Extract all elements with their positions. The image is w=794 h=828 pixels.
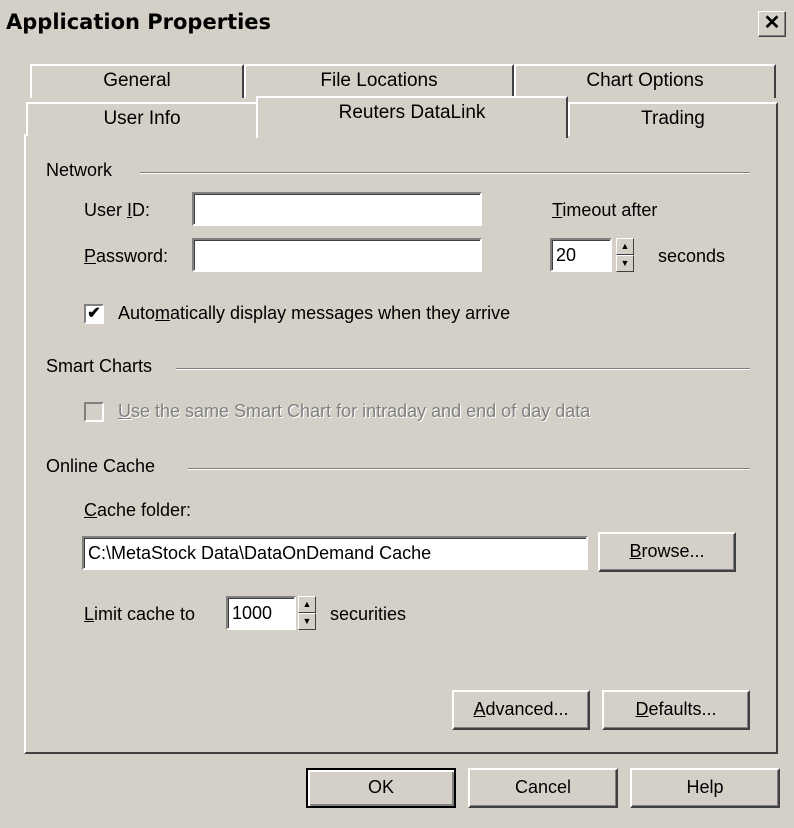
spin-down-icon[interactable]: ▼ bbox=[616, 255, 634, 272]
smart-charts-group-label: Smart Charts bbox=[46, 356, 161, 377]
browse-button[interactable]: Browse... bbox=[598, 532, 736, 572]
limit-cache-unit-label: securities bbox=[330, 604, 407, 624]
cache-folder-input[interactable]: C:\MetaStock Data\DataOnDemand Cache bbox=[82, 536, 588, 570]
tab-label: Chart Options bbox=[586, 70, 704, 91]
auto-display-label: Automatically display messages when they… bbox=[118, 303, 511, 323]
help-button[interactable]: Help bbox=[630, 768, 780, 808]
user-id-input[interactable] bbox=[192, 192, 482, 226]
auto-display-checkbox[interactable]: ✔ bbox=[84, 304, 104, 324]
timeout-input[interactable]: 20 bbox=[550, 238, 612, 272]
spin-up-icon[interactable]: ▲ bbox=[616, 238, 634, 255]
advanced-button[interactable]: Advanced... bbox=[452, 690, 590, 730]
tab-reuters-datalink[interactable]: Reuters DataLink bbox=[256, 96, 568, 138]
user-id-label: User ID: bbox=[84, 200, 151, 220]
tab-label: File Locations bbox=[320, 70, 438, 91]
limit-cache-input[interactable]: 1000 bbox=[226, 596, 296, 630]
window-title: Application Properties bbox=[6, 10, 272, 34]
timeout-unit-label: seconds bbox=[658, 246, 726, 266]
network-group-label: Network bbox=[46, 160, 121, 181]
tab-label: Trading bbox=[641, 108, 705, 129]
tab-general[interactable]: General bbox=[30, 64, 244, 98]
tab-label: Reuters DataLink bbox=[338, 102, 486, 123]
cache-folder-label: Cache folder: bbox=[84, 500, 192, 520]
network-group-line bbox=[140, 172, 750, 174]
timeout-spinner[interactable]: ▲ ▼ bbox=[616, 238, 634, 272]
online-cache-group-line bbox=[188, 468, 750, 470]
application-properties-dialog: Application Properties ✕ General File Lo… bbox=[0, 0, 794, 828]
cancel-button[interactable]: Cancel bbox=[468, 768, 618, 808]
same-smart-chart-label: Use the same Smart Chart for intraday an… bbox=[118, 401, 591, 421]
same-smart-chart-checkbox bbox=[84, 402, 104, 422]
password-input[interactable] bbox=[192, 238, 482, 272]
online-cache-group-label: Online Cache bbox=[46, 456, 164, 477]
ok-button[interactable]: OK bbox=[306, 768, 456, 808]
spin-down-icon[interactable]: ▼ bbox=[298, 613, 316, 630]
defaults-button[interactable]: Defaults... bbox=[602, 690, 750, 730]
limit-cache-label: Limit cache to bbox=[84, 604, 196, 624]
tab-file-locations[interactable]: File Locations bbox=[244, 64, 514, 98]
smart-charts-group-line bbox=[176, 368, 750, 370]
limit-cache-spinner[interactable]: ▲ ▼ bbox=[298, 596, 316, 630]
tab-panel-reuters-datalink bbox=[24, 134, 778, 754]
password-label: Password: bbox=[84, 246, 169, 266]
tab-chart-options[interactable]: Chart Options bbox=[514, 64, 776, 98]
close-icon[interactable]: ✕ bbox=[758, 11, 786, 37]
tab-label: General bbox=[103, 70, 171, 91]
tab-trading[interactable]: Trading bbox=[568, 102, 778, 136]
spin-up-icon[interactable]: ▲ bbox=[298, 596, 316, 613]
tab-label: User Info bbox=[103, 108, 181, 129]
title-bar: Application Properties ✕ bbox=[0, 0, 794, 44]
tab-user-info[interactable]: User Info bbox=[26, 102, 258, 136]
timeout-label: Timeout after bbox=[552, 200, 658, 220]
